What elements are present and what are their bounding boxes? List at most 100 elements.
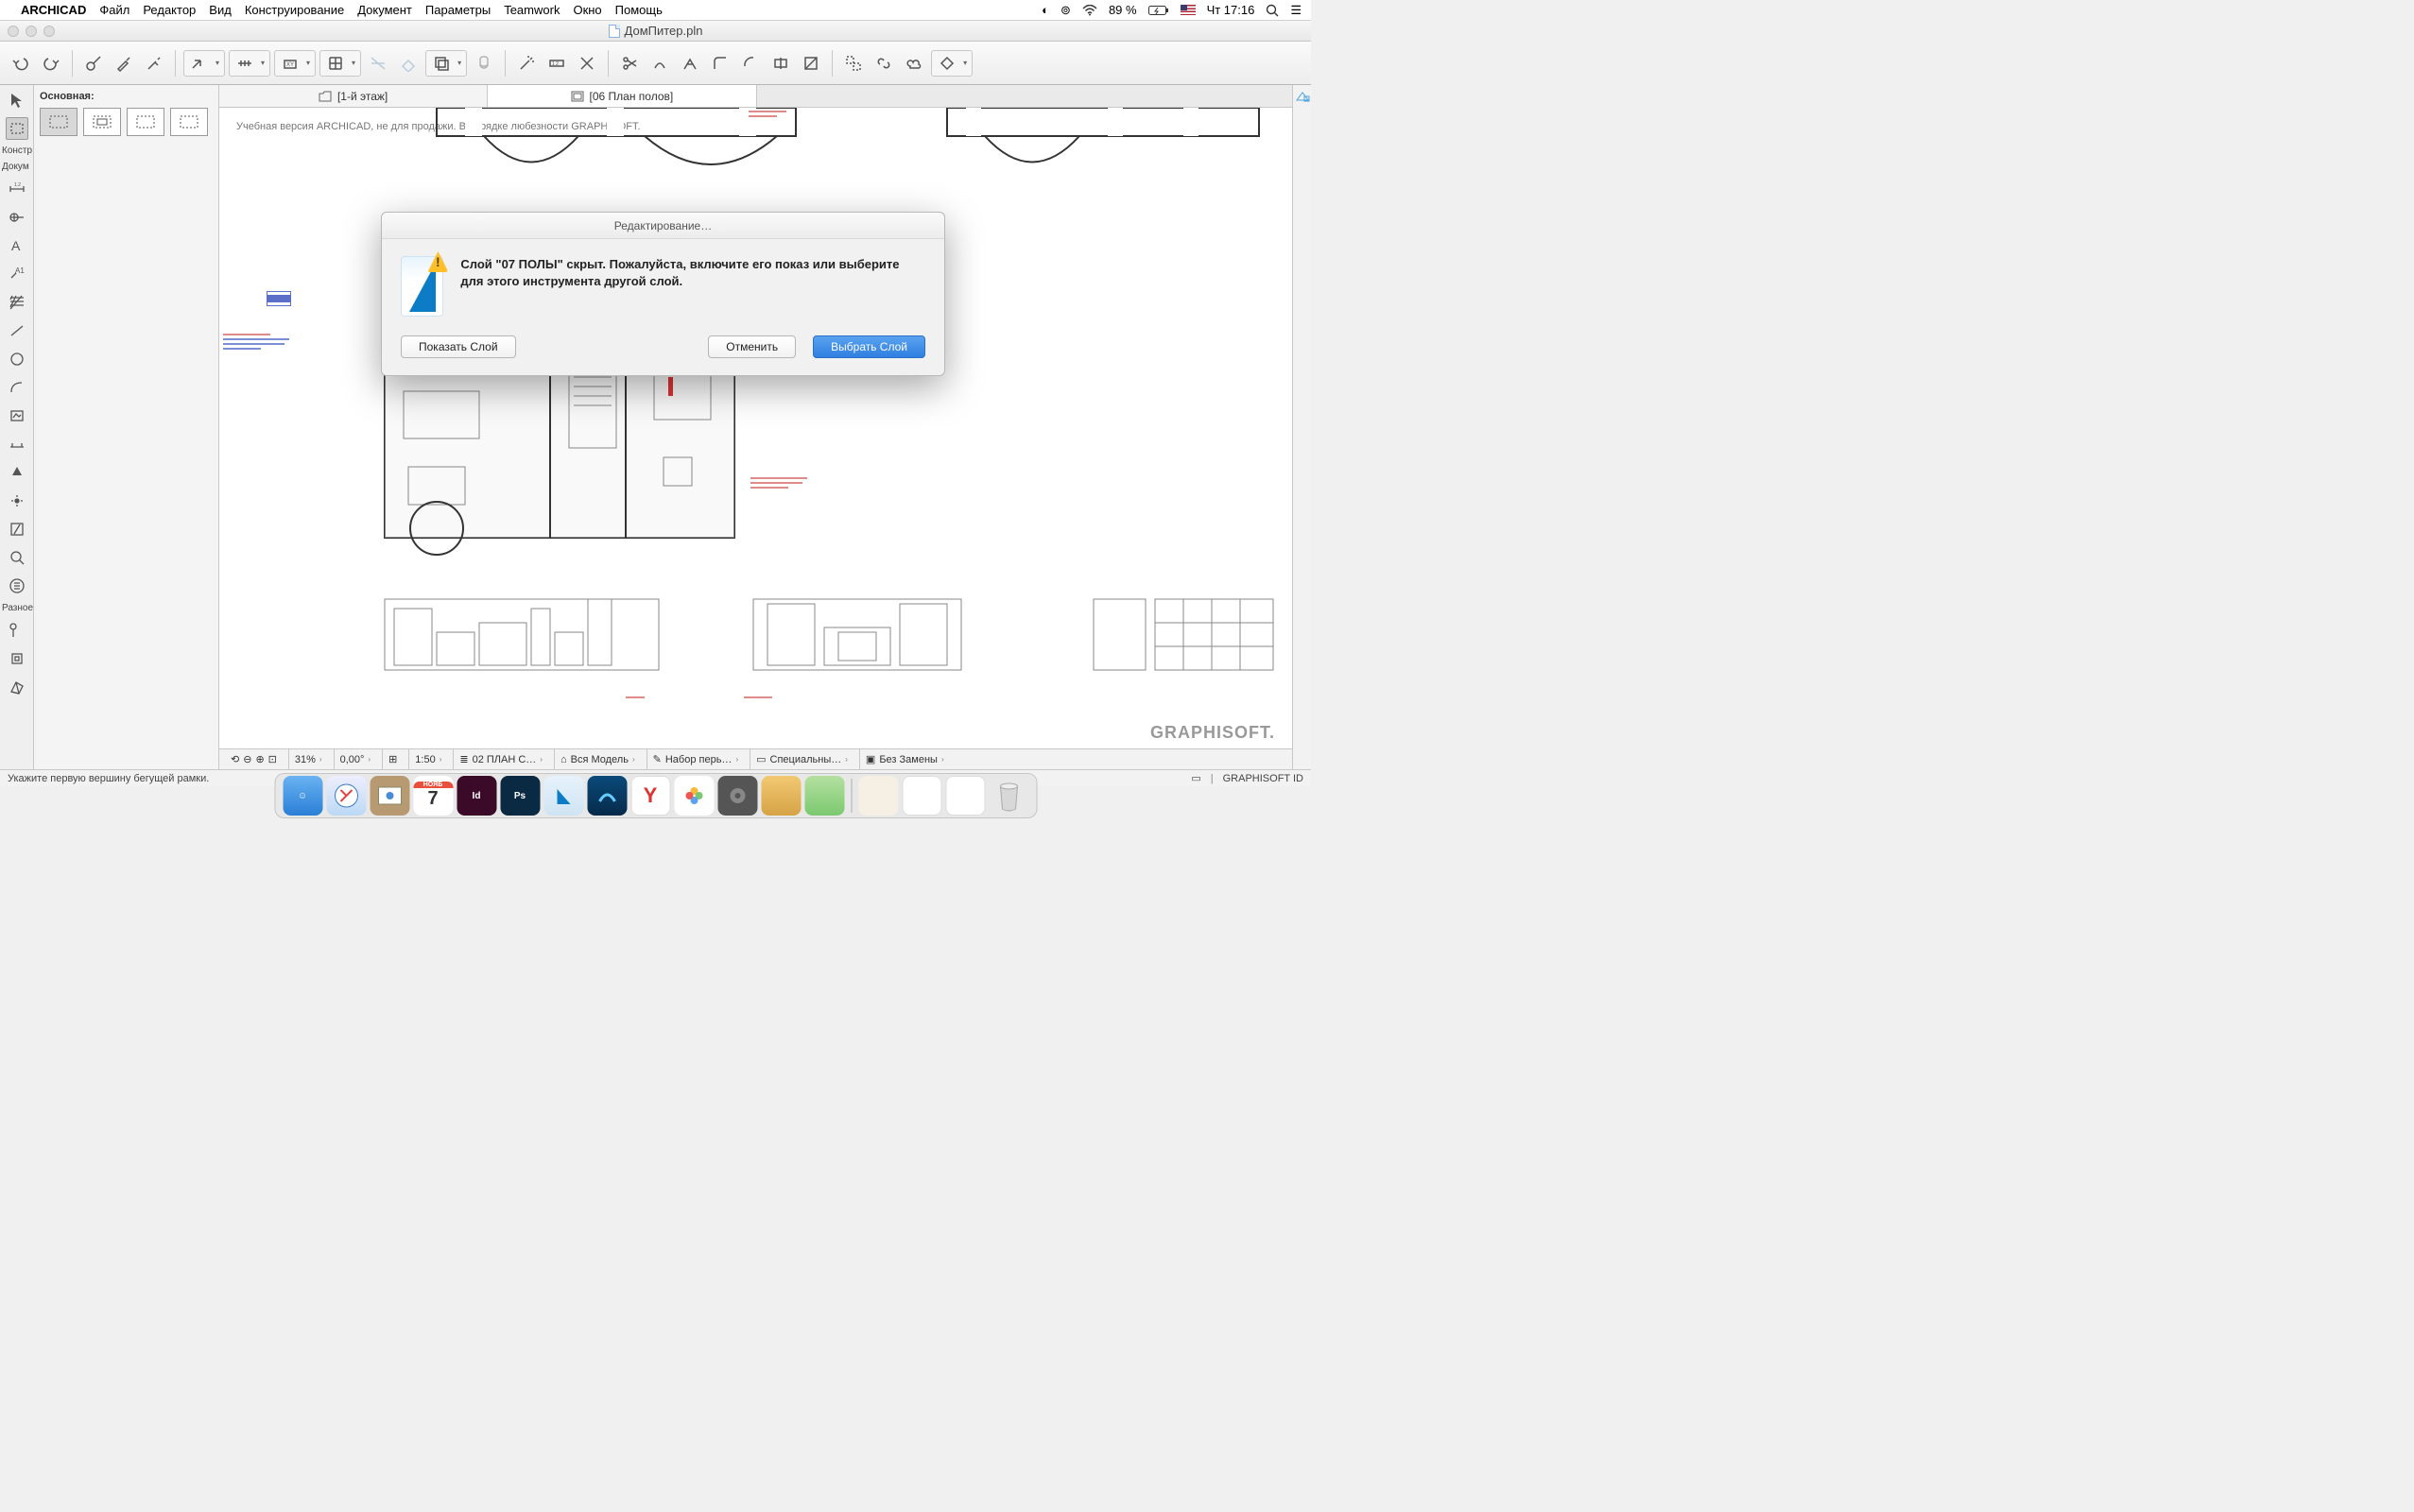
chevron-right-icon[interactable]: ›	[319, 755, 322, 764]
menu-document[interactable]: Документ	[357, 3, 412, 17]
morph-tool[interactable]	[6, 676, 28, 698]
menu-construction[interactable]: Конструирование	[245, 3, 344, 17]
align-button[interactable]	[798, 50, 824, 77]
tab-floorplan06[interactable]: [06 План полов]	[488, 85, 756, 107]
menu-view[interactable]: Вид	[209, 3, 232, 17]
toggl-icon[interactable]: ◐	[1042, 3, 1049, 17]
marquee-mode-solid[interactable]	[40, 108, 78, 136]
grid-dropdown[interactable]: ▾	[319, 50, 361, 77]
drawing-canvas[interactable]: Учебная версия ARCHICAD, не для продажи.…	[219, 108, 1292, 769]
resize-button[interactable]	[737, 50, 764, 77]
penset-value[interactable]: Набор перь…	[665, 754, 733, 765]
interior-elev-tool[interactable]	[6, 490, 28, 512]
dock-bimx[interactable]	[587, 776, 627, 816]
scissor-button[interactable]	[616, 50, 643, 77]
guideline-dropdown[interactable]: ▾	[183, 50, 225, 77]
override-value[interactable]: Без Замены	[879, 754, 938, 765]
fillet-button[interactable]	[707, 50, 733, 77]
drawset-value[interactable]: Специальны…	[770, 754, 842, 765]
window-close[interactable]	[8, 26, 19, 37]
link-button[interactable]	[871, 50, 897, 77]
text-tool[interactable]: A	[6, 234, 28, 257]
dock-trash[interactable]	[989, 776, 1028, 816]
zoom-out-icon[interactable]: ⊖	[243, 753, 251, 765]
trim-button[interactable]	[574, 50, 600, 77]
creative-cloud-icon[interactable]: ⊚	[1060, 3, 1071, 18]
wifi-icon[interactable]	[1082, 5, 1097, 16]
messages-icon[interactable]: ▭	[1191, 772, 1200, 784]
drawing-tool[interactable]	[6, 404, 28, 427]
scale-value[interactable]: 1:50	[415, 754, 435, 765]
magicwand-button[interactable]	[513, 50, 540, 77]
app-name[interactable]: ARCHICAD	[21, 3, 86, 17]
dock-recent-2[interactable]	[902, 776, 941, 816]
arrow-tool[interactable]	[6, 89, 28, 112]
change-tool[interactable]	[6, 575, 28, 597]
split-button[interactable]	[767, 50, 794, 77]
zoom-value[interactable]: 31%	[295, 754, 316, 765]
intersect-button[interactable]	[677, 50, 703, 77]
level-tool[interactable]	[6, 206, 28, 229]
input-flag-us[interactable]	[1181, 5, 1196, 15]
trace-dropdown[interactable]: ▾	[425, 50, 467, 77]
marquee-tool[interactable]	[6, 117, 28, 140]
battery-icon[interactable]	[1148, 5, 1169, 16]
dock-safari[interactable]	[326, 776, 366, 816]
navigator-icon[interactable]	[1295, 89, 1310, 104]
marquee-mode-4[interactable]	[170, 108, 208, 136]
navigator-collapsed[interactable]	[1292, 85, 1311, 769]
menu-window[interactable]: Окно	[573, 3, 601, 17]
model-value[interactable]: Вся Модель	[571, 754, 629, 765]
coord-dropdown[interactable]: XY▾	[274, 50, 316, 77]
cancel-button[interactable]: Отменить	[708, 335, 796, 358]
ruler-button[interactable]: 1 2	[543, 50, 570, 77]
window-minimize[interactable]	[26, 26, 37, 37]
spotlight-icon[interactable]	[1266, 4, 1279, 17]
group-button[interactable]	[840, 50, 867, 77]
worksheet-tool[interactable]	[6, 518, 28, 541]
tab-floor1[interactable]: [1-й этаж]	[219, 85, 488, 107]
dock-finder[interactable]: ☺	[283, 776, 322, 816]
window-zoom[interactable]	[43, 26, 55, 37]
fit-icon[interactable]: ⊡	[268, 753, 277, 765]
dock-indesign[interactable]: Id	[457, 776, 496, 816]
dock-notes[interactable]	[761, 776, 801, 816]
dock-mail[interactable]	[370, 776, 409, 816]
hotspot-tool[interactable]	[6, 647, 28, 670]
menu-help[interactable]: Помощь	[615, 3, 663, 17]
zoom-in-icon[interactable]: ⊕	[255, 753, 264, 765]
dock-preview[interactable]	[804, 776, 844, 816]
menu-extras-icon[interactable]: ☰	[1290, 3, 1302, 18]
adjust-button[interactable]	[647, 50, 673, 77]
marquee-mode-hollow[interactable]	[83, 108, 121, 136]
menu-teamwork[interactable]: Teamwork	[504, 3, 560, 17]
clock[interactable]: Чт 17:16	[1207, 3, 1255, 17]
marquee-mode-3[interactable]	[127, 108, 164, 136]
menu-parameters[interactable]: Параметры	[425, 3, 491, 17]
detail-tool[interactable]	[6, 546, 28, 569]
reservation-dropdown[interactable]: ▾	[931, 50, 973, 77]
dock-photos[interactable]	[674, 776, 714, 816]
grid-tool[interactable]	[6, 619, 28, 642]
show-layer-button[interactable]: Показать Слой	[401, 335, 516, 358]
dock-yandex[interactable]: Y	[630, 776, 670, 816]
dock-photoshop[interactable]: Ps	[500, 776, 540, 816]
dock-settings[interactable]	[717, 776, 757, 816]
dock-calendar[interactable]: НОЯБ 7	[413, 776, 453, 816]
suspend-button[interactable]	[471, 50, 497, 77]
circle-tool[interactable]	[6, 348, 28, 370]
layerset-value[interactable]: 02 ПЛАН С…	[473, 754, 537, 765]
gravity-button[interactable]	[365, 50, 391, 77]
angle-value[interactable]: 0,00°	[340, 754, 365, 765]
menu-editor[interactable]: Редактор	[143, 3, 196, 17]
plane-button[interactable]	[395, 50, 422, 77]
arc-tool[interactable]	[6, 376, 28, 399]
measure-button[interactable]	[80, 50, 107, 77]
eyedropper-button[interactable]	[111, 50, 137, 77]
redo-button[interactable]	[38, 50, 64, 77]
dimension-tool[interactable]: 1.2	[6, 178, 28, 200]
dock-archicad[interactable]	[543, 776, 583, 816]
orbit-icon[interactable]: ⟲	[231, 753, 239, 765]
select-layer-button[interactable]: Выбрать Слой	[813, 335, 925, 358]
elevation-tool[interactable]	[6, 461, 28, 484]
